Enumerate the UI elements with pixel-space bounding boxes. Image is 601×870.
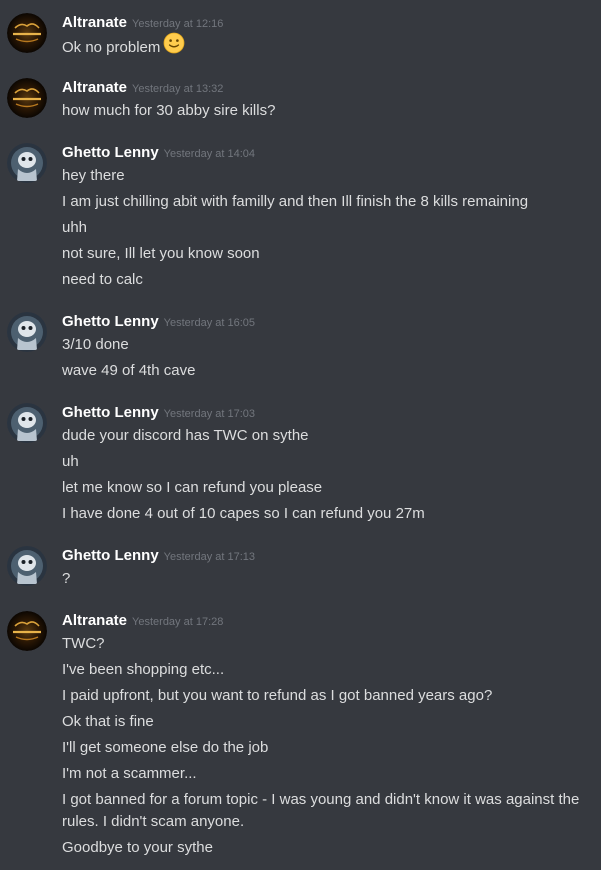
slight-smile-emoji <box>163 32 185 61</box>
message-header: Ghetto Lenny Yesterday at 16:05 <box>62 312 255 332</box>
message-content: Ok no problem <box>62 38 161 56</box>
message-text: Ok that is fine <box>62 713 154 730</box>
ghetto-lenny-avatar[interactable] <box>7 546 47 586</box>
message-text: uh <box>62 453 79 470</box>
timestamp[interactable]: Yesterday at 12:16 <box>132 18 223 30</box>
ghetto-lenny-avatar[interactable] <box>7 143 47 183</box>
username[interactable]: Ghetto Lenny <box>62 404 159 421</box>
message-text: I'll get someone else do the job <box>62 739 269 756</box>
message-text: let me know so I can refund you please <box>62 479 323 496</box>
message-group: Ghetto Lenny Yesterday at 14:04 hey there… <box>0 143 601 293</box>
timestamp[interactable]: Yesterday at 16:05 <box>164 317 255 329</box>
message-text: I paid upfront, but you want to refund a… <box>62 687 493 704</box>
message-text: ? <box>62 570 71 587</box>
message-text: 3/10 done <box>62 336 129 353</box>
message-text: wave 49 of 4th cave <box>62 362 196 379</box>
ghetto-lenny-avatar[interactable] <box>7 312 47 352</box>
timestamp[interactable]: Yesterday at 17:13 <box>164 551 255 563</box>
message-header: Altranate Yesterday at 12:16 <box>62 13 223 33</box>
message-group: Altranate Yesterday at 17:28 TWC? I've be… <box>0 611 601 866</box>
username[interactable]: Altranate <box>62 612 127 629</box>
message-group: Altranate Yesterday at 13:32 how much for… <box>0 78 601 123</box>
message-group: Altranate Yesterday at 12:16 Ok no proble… <box>0 13 601 58</box>
message-text: I am just chilling abit with familly and… <box>62 193 529 210</box>
message-header: Ghetto Lenny Yesterday at 17:03 <box>62 403 255 423</box>
message-header: Altranate Yesterday at 17:28 <box>62 611 223 631</box>
chat-messages: Altranate Yesterday at 12:16 Ok no proble… <box>0 0 601 870</box>
username[interactable]: Ghetto Lenny <box>62 547 159 564</box>
message-text: dude your discord has TWC on sythe <box>62 427 309 444</box>
username[interactable]: Ghetto Lenny <box>62 313 159 330</box>
message-text: how much for 30 abby sire kills? <box>62 102 276 119</box>
message-text: not sure, Ill let you know soon <box>62 245 260 262</box>
message-header: Ghetto Lenny Yesterday at 14:04 <box>62 143 255 163</box>
username[interactable]: Altranate <box>62 14 127 31</box>
timestamp[interactable]: Yesterday at 17:28 <box>132 616 223 628</box>
altranate-avatar[interactable] <box>7 13 47 53</box>
message-text: Goodbye to your sythe <box>62 839 213 856</box>
altranate-avatar[interactable] <box>7 78 47 118</box>
message-text: I have done 4 out of 10 capes so I can r… <box>62 505 425 522</box>
timestamp[interactable]: Yesterday at 14:04 <box>164 148 255 160</box>
message-text: I've been shopping etc... <box>62 661 225 678</box>
message-header: Ghetto Lenny Yesterday at 17:13 <box>62 546 255 566</box>
message-group: Ghetto Lenny Yesterday at 17:13 ? <box>0 546 601 591</box>
ghetto-lenny-avatar[interactable] <box>7 403 47 443</box>
username[interactable]: Altranate <box>62 79 127 96</box>
message-text: need to calc <box>62 271 143 288</box>
message-header: Altranate Yesterday at 13:32 <box>62 78 223 98</box>
username[interactable]: Ghetto Lenny <box>62 144 159 161</box>
altranate-avatar[interactable] <box>7 611 47 651</box>
message-text: I'm not a scammer... <box>62 765 197 782</box>
message-text: hey there <box>62 167 125 184</box>
message-text: I got banned for a forum topic - I was y… <box>62 791 580 830</box>
timestamp[interactable]: Yesterday at 17:03 <box>164 408 255 420</box>
message-group: Ghetto Lenny Yesterday at 17:03 dude your… <box>0 403 601 527</box>
message-text: TWC? <box>62 635 105 652</box>
timestamp[interactable]: Yesterday at 13:32 <box>132 83 223 95</box>
message-text: Ok no problem <box>62 32 582 61</box>
message-group: Ghetto Lenny Yesterday at 16:05 3/10 done… <box>0 312 601 384</box>
message-text: uhh <box>62 219 88 236</box>
